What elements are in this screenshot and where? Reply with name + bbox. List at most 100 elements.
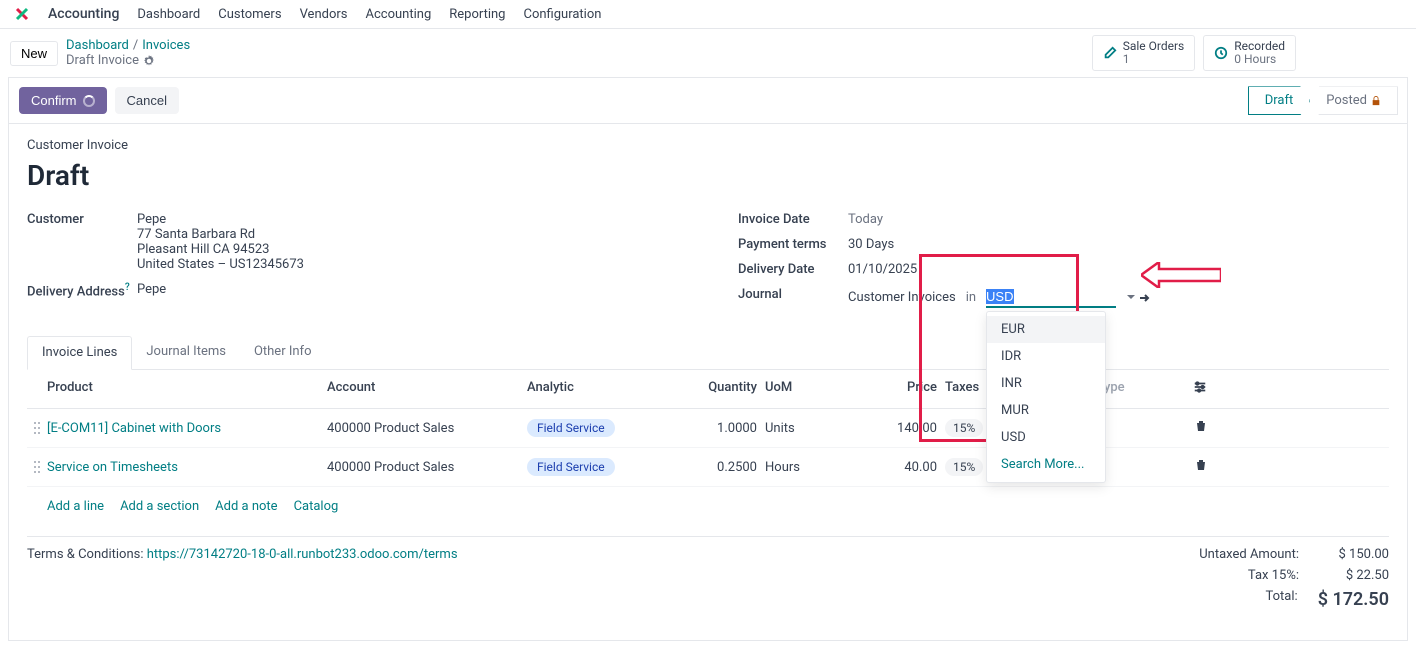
breadcrumb-dashboard[interactable]: Dashboard [66,38,129,53]
cell-account[interactable]: 400000 Product Sales [327,460,527,475]
sale-orders-stat[interactable]: Sale Orders 1 [1092,35,1196,71]
recorded-stat[interactable]: Recorded 0 Hours [1203,35,1296,71]
annotation-arrow-icon [1141,262,1221,288]
table-row[interactable]: [E-COM11] Cabinet with Doors 400000 Prod… [27,409,1389,448]
breadcrumb-bar: New Dashboard / Invoices Draft Invoice S… [0,29,1416,77]
currency-option-mur[interactable]: MUR [987,397,1105,424]
table-row[interactable]: Service on Timesheets 400000 Product Sal… [27,448,1389,487]
invoice-form: Customer Invoice Draft Customer Pepe 77 … [8,124,1408,641]
tab-other-info[interactable]: Other Info [240,336,326,369]
chevron-down-icon[interactable] [1126,292,1136,302]
customer-label: Customer [27,212,137,272]
total-value: $ 172.50 [1318,589,1389,610]
catalog-link[interactable]: Catalog [294,499,339,514]
payment-terms-label: Payment terms [738,237,848,252]
currency-search-more[interactable]: Search More... [987,451,1105,478]
cell-price[interactable]: 140.00 [837,421,937,436]
gear-icon[interactable] [143,55,155,67]
recorded-value: 0 Hours [1234,53,1285,66]
new-button[interactable]: New [10,41,58,66]
drag-handle-icon[interactable] [32,421,42,435]
tax-value: $ 22.50 [1319,568,1389,583]
app-name: Accounting [48,6,119,22]
customer-value[interactable]: Pepe 77 Santa Barbara Rd Pleasant Hill C… [137,212,304,272]
action-bar: Confirm Cancel Draft Posted [8,77,1408,124]
add-section-link[interactable]: Add a section [120,499,199,514]
currency-option-usd[interactable]: USD [987,424,1105,451]
breadcrumb-current: Draft Invoice [66,53,139,68]
tax-label: Tax 15%: [1248,568,1299,583]
sale-orders-value: 1 [1123,53,1185,66]
cell-account[interactable]: 400000 Product Sales [327,421,527,436]
add-note-link[interactable]: Add a note [215,499,277,514]
untaxed-label: Untaxed Amount: [1199,547,1299,562]
currency-option-inr[interactable]: INR [987,370,1105,397]
col-account: Account [327,380,527,398]
currency-option-eur[interactable]: EUR [987,316,1105,343]
analytic-tag[interactable]: Field Service [527,419,615,437]
drag-handle-icon[interactable] [32,460,42,474]
lock-icon [1371,96,1381,106]
col-uom: UoM [757,380,837,398]
cell-uom[interactable]: Hours [757,460,837,475]
cell-qty[interactable]: 1.0000 [677,421,757,436]
col-price: Price [837,380,937,398]
delivery-date-label: Delivery Date [738,262,848,277]
status-posted[interactable]: Posted [1309,86,1398,115]
breadcrumb-invoices[interactable]: Invoices [142,38,190,53]
spinner-icon [83,95,95,107]
invoice-state: Draft [27,159,1389,192]
invoice-lines-grid: Product Account Analytic Quantity UoM Pr… [27,370,1389,526]
cell-product[interactable]: Service on Timesheets [47,460,327,475]
currency-in-label: in [966,290,976,305]
nav-configuration[interactable]: Configuration [523,7,601,22]
currency-input[interactable] [986,287,1116,308]
invoice-date-value[interactable]: Today [848,212,883,227]
app-logo-icon [14,6,30,22]
cell-price[interactable]: 40.00 [837,460,937,475]
nav-customers[interactable]: Customers [218,7,281,22]
confirm-button[interactable]: Confirm [19,87,107,114]
form-subtitle: Customer Invoice [27,138,1389,153]
terms-text: Terms & Conditions: https://73142720-18-… [27,547,458,562]
invoice-date-label: Invoice Date [738,212,848,227]
totals: Untaxed Amount:$ 150.00 Tax 15%:$ 22.50 … [1199,547,1389,616]
status-draft[interactable]: Draft [1248,86,1311,115]
tax-tag[interactable]: 15% [945,458,983,476]
edit-icon [1103,46,1117,60]
cancel-button[interactable]: Cancel [115,87,179,114]
delivery-address-value[interactable]: Pepe [137,282,166,299]
tabs: Invoice Lines Journal Items Other Info [27,336,1389,370]
status-steps: Draft Posted [1248,86,1397,115]
tax-tag[interactable]: 15% [945,419,983,437]
column-settings-icon[interactable] [1193,380,1207,394]
payment-terms-value[interactable]: 30 Days [848,237,894,252]
cell-qty[interactable]: 0.2500 [677,460,757,475]
journal-value[interactable]: Customer Invoices [848,290,956,305]
clock-icon [1214,46,1228,60]
nav-dashboard[interactable]: Dashboard [137,7,200,22]
top-nav: Accounting Dashboard Customers Vendors A… [0,0,1416,29]
tab-journal-items[interactable]: Journal Items [132,336,240,369]
delivery-address-label: Delivery Address? [27,282,137,299]
cell-product[interactable]: [E-COM11] Cabinet with Doors [47,421,327,436]
analytic-tag[interactable]: Field Service [527,458,615,476]
col-quantity: Quantity [677,380,757,398]
terms-link[interactable]: https://73142720-18-0-all.runbot233.odoo… [147,547,458,562]
untaxed-value: $ 150.00 [1319,547,1389,562]
col-product: Product [47,380,327,398]
currency-dropdown: EUR IDR INR MUR USD Search More... [986,311,1106,483]
journal-label: Journal [738,287,848,308]
add-line-link[interactable]: Add a line [47,499,104,514]
trash-icon[interactable] [1195,459,1207,471]
cell-uom[interactable]: Units [757,421,837,436]
nav-vendors[interactable]: Vendors [300,7,348,22]
currency-option-idr[interactable]: IDR [987,343,1105,370]
sale-orders-label: Sale Orders [1123,40,1185,53]
external-link-icon[interactable] [1138,292,1150,304]
nav-accounting[interactable]: Accounting [366,7,432,22]
delivery-date-value[interactable]: 01/10/2025 [848,262,917,277]
trash-icon[interactable] [1195,420,1207,432]
nav-reporting[interactable]: Reporting [449,7,505,22]
tab-invoice-lines[interactable]: Invoice Lines [27,336,132,370]
